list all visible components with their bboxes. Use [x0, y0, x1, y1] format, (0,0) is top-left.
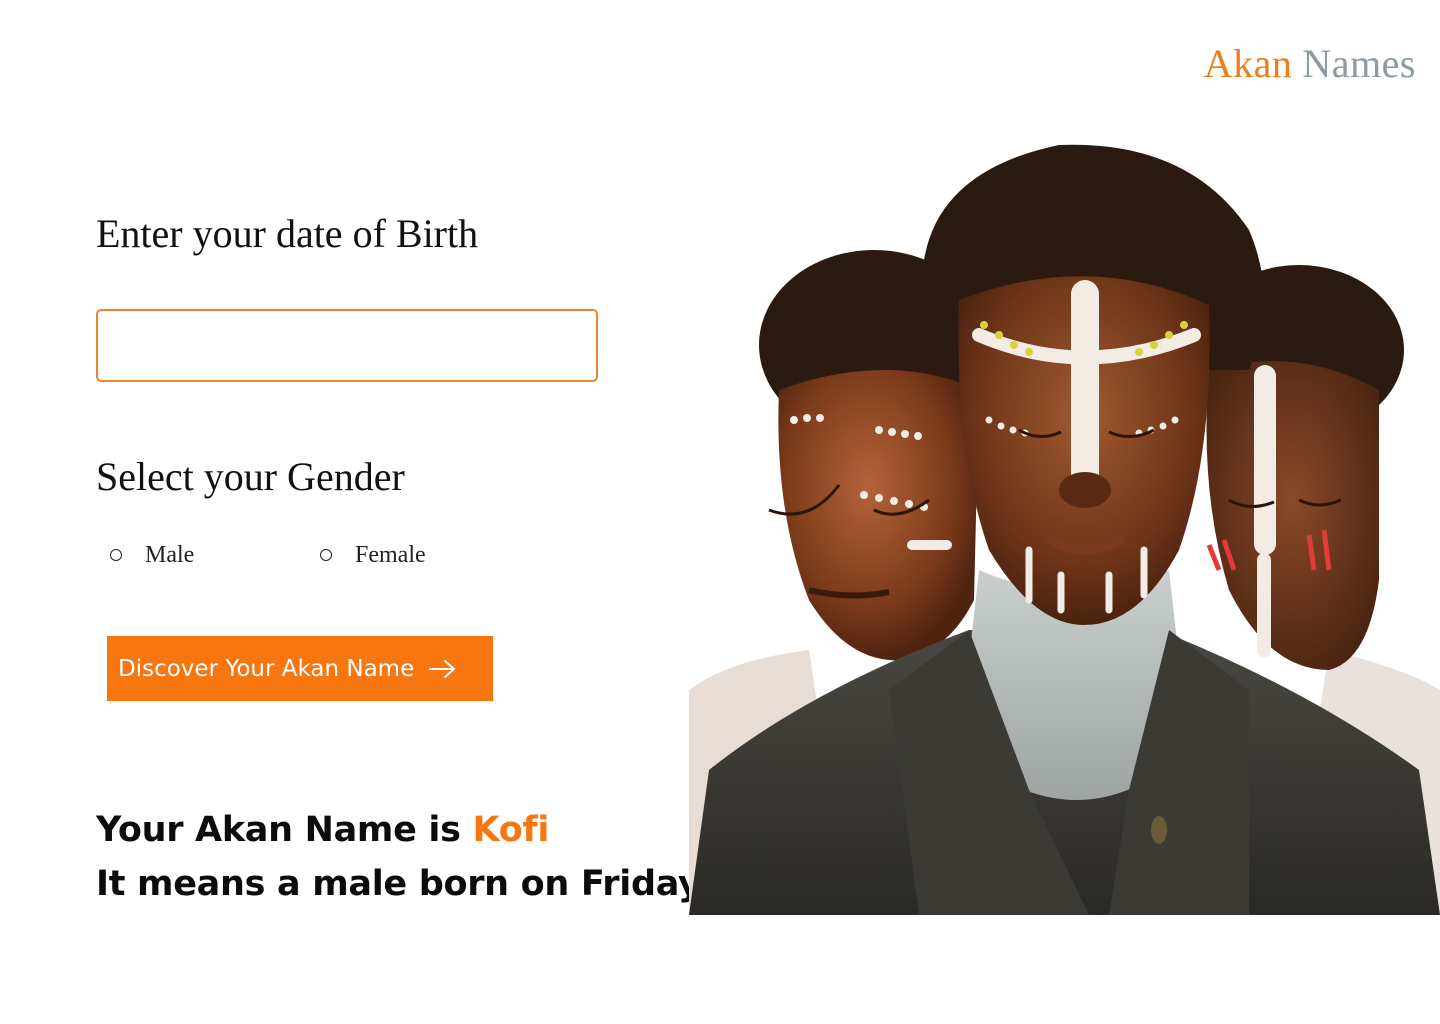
- result-akan-name: Kofi: [472, 810, 550, 850]
- gender-label: Select your Gender: [96, 454, 405, 499]
- result-prefix: Your Akan Name is: [96, 810, 461, 850]
- gender-option-label: Female: [355, 541, 426, 568]
- radio-circle-icon[interactable]: [110, 549, 122, 561]
- dob-input[interactable]: [96, 309, 598, 382]
- arrow-right-icon: [428, 658, 458, 680]
- result-block: Your Akan Name is Kofi It means a male b…: [96, 803, 701, 911]
- gender-radio-female[interactable]: Female: [320, 540, 426, 570]
- gender-option-label: Male: [145, 541, 195, 568]
- result-meaning: It means a male born on Friday: [96, 864, 701, 904]
- dob-label: Enter your date of Birth: [96, 211, 479, 256]
- brand-part-names: Names: [1302, 41, 1416, 86]
- result-line-name: Your Akan Name is Kofi: [96, 803, 700, 857]
- hero-photo: [689, 144, 1440, 915]
- gender-radio-male[interactable]: Male: [110, 540, 194, 570]
- brand-logo: Akan Names: [1204, 44, 1416, 84]
- discover-akan-name-button[interactable]: Discover Your Akan Name: [107, 636, 493, 701]
- radio-circle-icon[interactable]: [320, 549, 332, 561]
- brand-part-akan: Akan: [1203, 41, 1293, 86]
- discover-button-label: Discover Your Akan Name: [118, 655, 415, 682]
